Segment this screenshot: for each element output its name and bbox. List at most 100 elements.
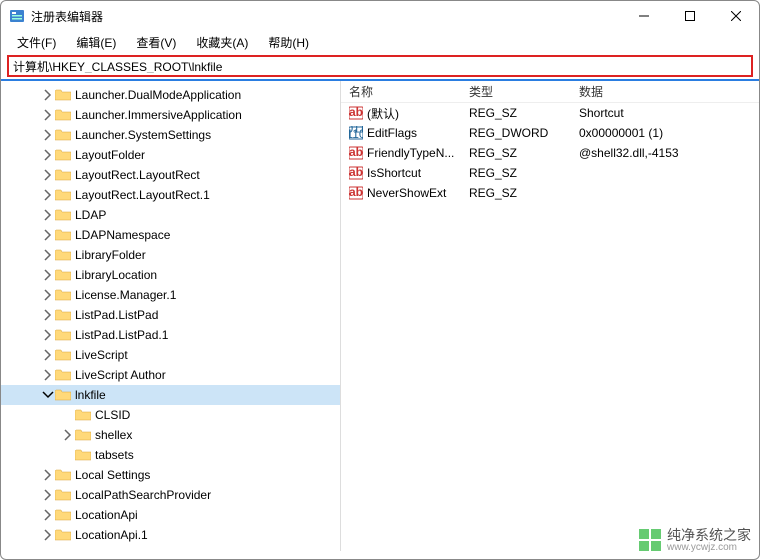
tree-row[interactable]: lnkfile — [1, 385, 340, 405]
value-name: EditFlags — [367, 126, 417, 140]
chevron-right-icon[interactable] — [41, 148, 55, 162]
chevron-down-icon[interactable] — [41, 388, 55, 402]
menu-favorites[interactable]: 收藏夹(A) — [188, 32, 256, 53]
tree-row[interactable]: LayoutFolder — [1, 145, 340, 165]
folder-icon — [55, 128, 71, 142]
tree-row[interactable]: LDAP — [1, 205, 340, 225]
value-row[interactable]: (默认)REG_SZShortcut — [341, 103, 759, 123]
tree-label: LiveScript — [75, 348, 134, 362]
chevron-right-icon[interactable] — [41, 188, 55, 202]
folder-icon — [55, 208, 71, 222]
folder-icon — [55, 368, 71, 382]
value-row[interactable]: FriendlyTypeN...REG_SZ@shell32.dll,-4153 — [341, 143, 759, 163]
tree-row[interactable]: ListPad.ListPad.1 — [1, 325, 340, 345]
minimize-button[interactable] — [621, 1, 667, 31]
tree-row[interactable]: LiveScript Author — [1, 365, 340, 385]
tree-label: LocationApi — [75, 508, 144, 522]
binary-value-icon — [349, 126, 363, 140]
chevron-right-icon[interactable] — [41, 488, 55, 502]
column-type[interactable]: 类型 — [461, 83, 571, 100]
tree-row[interactable]: Local Settings — [1, 465, 340, 485]
tree-row[interactable]: LayoutRect.LayoutRect — [1, 165, 340, 185]
tree-row[interactable]: shellex — [1, 425, 340, 445]
tree-row[interactable]: License.Manager.1 — [1, 285, 340, 305]
chevron-right-icon[interactable] — [61, 428, 75, 442]
values-body: (默认)REG_SZShortcut EditFlags REG_DWORD0x00… — [341, 103, 759, 203]
chevron-right-icon[interactable] — [41, 208, 55, 222]
value-data: 0x00000001 (1) — [571, 126, 759, 140]
tree-row[interactable]: LiveScript — [1, 345, 340, 365]
maximize-button[interactable] — [667, 1, 713, 31]
value-type: REG_SZ — [461, 166, 571, 180]
folder-icon — [75, 448, 91, 462]
chevron-right-icon[interactable] — [41, 368, 55, 382]
watermark-name: 纯净系统之家 — [667, 527, 751, 543]
column-name[interactable]: 名称 — [341, 83, 461, 100]
chevron-right-icon[interactable] — [41, 168, 55, 182]
chevron-right-icon[interactable] — [41, 268, 55, 282]
folder-icon — [55, 228, 71, 242]
tree-label: shellex — [95, 428, 138, 442]
tree-row[interactable]: LocalPathSearchProvider — [1, 485, 340, 505]
folder-icon — [55, 308, 71, 322]
tree-row[interactable]: Launcher.ImmersiveApplication — [1, 105, 340, 125]
tree-panel[interactable]: Launcher.DualModeApplicationLauncher.Imm… — [1, 81, 341, 551]
watermark-text: 纯净系统之家 www.ycwjz.com — [667, 528, 751, 553]
chevron-right-icon[interactable] — [41, 508, 55, 522]
menu-help[interactable]: 帮助(H) — [260, 32, 317, 53]
tree-row[interactable]: LDAPNamespace — [1, 225, 340, 245]
tree-row[interactable]: LocationApi — [1, 505, 340, 525]
address-bar[interactable] — [7, 55, 753, 77]
value-row[interactable]: IsShortcutREG_SZ — [341, 163, 759, 183]
tree-row[interactable]: tabsets — [1, 445, 340, 465]
menu-file[interactable]: 文件(F) — [9, 32, 64, 53]
tree-label: LDAPNamespace — [75, 228, 176, 242]
values-panel[interactable]: 名称 类型 数据 (默认)REG_SZShortcut EditFlags REG_… — [341, 81, 759, 551]
tree-label: LiveScript Author — [75, 368, 172, 382]
tree-row[interactable]: ListPad.ListPad — [1, 305, 340, 325]
menubar: 文件(F) 编辑(E) 查看(V) 收藏夹(A) 帮助(H) — [1, 31, 759, 53]
value-name-cell: (默认) — [341, 105, 461, 122]
watermark: 纯净系统之家 www.ycwjz.com — [639, 528, 751, 553]
column-data[interactable]: 数据 — [571, 83, 759, 100]
string-value-icon — [349, 186, 363, 200]
tree-label: ListPad.ListPad — [75, 308, 164, 322]
folder-icon — [55, 348, 71, 362]
window-title: 注册表编辑器 — [31, 8, 621, 25]
string-value-icon — [349, 166, 363, 180]
tree-row[interactable]: Launcher.SystemSettings — [1, 125, 340, 145]
menu-view[interactable]: 查看(V) — [128, 32, 184, 53]
chevron-right-icon[interactable] — [41, 128, 55, 142]
value-type: REG_DWORD — [461, 126, 571, 140]
tree-label: LayoutFolder — [75, 148, 151, 162]
tree-label: LayoutRect.LayoutRect — [75, 168, 206, 182]
string-value-icon — [349, 146, 363, 160]
tree-row[interactable]: LibraryLocation — [1, 265, 340, 285]
chevron-right-icon[interactable] — [41, 328, 55, 342]
chevron-right-icon[interactable] — [41, 468, 55, 482]
value-row[interactable]: NeverShowExtREG_SZ — [341, 183, 759, 203]
menu-edit[interactable]: 编辑(E) — [68, 32, 124, 53]
tree-row[interactable]: LibraryFolder — [1, 245, 340, 265]
tree-label: LibraryFolder — [75, 248, 152, 262]
chevron-none — [61, 408, 75, 422]
address-input[interactable] — [13, 59, 747, 73]
tree-label: LDAP — [75, 208, 112, 222]
chevron-right-icon[interactable] — [41, 528, 55, 542]
chevron-right-icon[interactable] — [41, 288, 55, 302]
value-row[interactable]: EditFlags REG_DWORD0x00000001 (1) — [341, 123, 759, 143]
value-name-cell: IsShortcut — [341, 166, 461, 180]
chevron-right-icon[interactable] — [41, 348, 55, 362]
chevron-right-icon[interactable] — [41, 228, 55, 242]
chevron-right-icon[interactable] — [41, 248, 55, 262]
chevron-right-icon[interactable] — [41, 108, 55, 122]
chevron-right-icon[interactable] — [41, 308, 55, 322]
close-button[interactable] — [713, 1, 759, 31]
tree-row[interactable]: LocationApi.1 — [1, 525, 340, 545]
tree-row[interactable]: LayoutRect.LayoutRect.1 — [1, 185, 340, 205]
value-name-cell: FriendlyTypeN... — [341, 146, 461, 160]
chevron-right-icon[interactable] — [41, 88, 55, 102]
tree-row[interactable]: Launcher.DualModeApplication — [1, 85, 340, 105]
tree-row[interactable]: CLSID — [1, 405, 340, 425]
tree-label: lnkfile — [75, 388, 112, 402]
